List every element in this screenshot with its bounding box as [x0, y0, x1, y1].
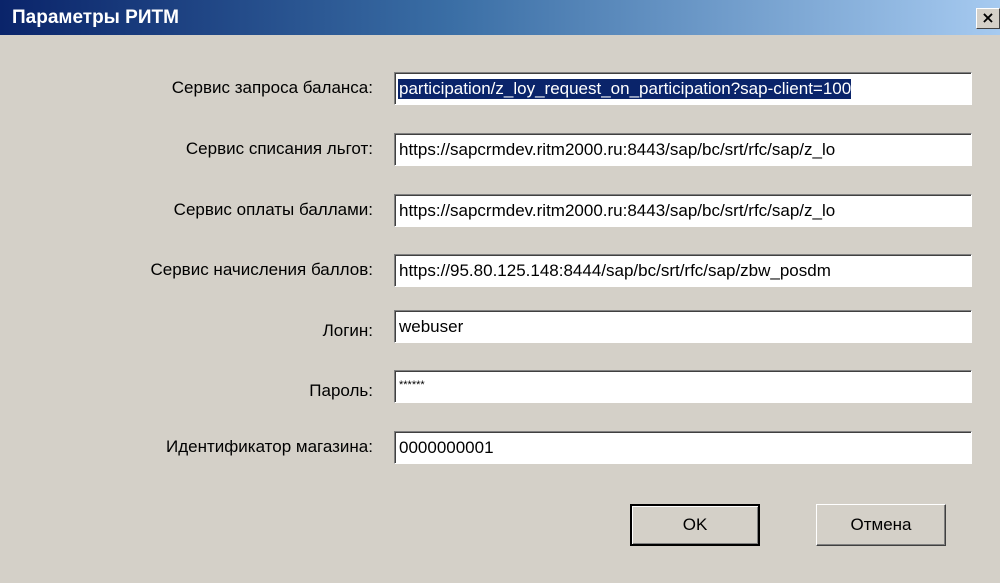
benefits-writeoff-service-label: Сервис списания льгот:	[185, 139, 373, 158]
benefits-writeoff-service-value: https://sapcrmdev.ritm2000.ru:8443/sap/b…	[399, 140, 836, 159]
points-payment-service-value: https://sapcrmdev.ritm2000.ru:8443/sap/b…	[399, 201, 836, 220]
cancel-button[interactable]: Отмена	[816, 504, 946, 546]
password-value: ******	[399, 379, 425, 391]
password-input[interactable]: ******	[394, 370, 972, 403]
store-id-input[interactable]: 0000000001	[394, 431, 972, 464]
window-title: Параметры РИТМ	[12, 7, 179, 28]
benefits-writeoff-service-input[interactable]: https://sapcrmdev.ritm2000.ru:8443/sap/b…	[394, 133, 972, 166]
dialog-body: Сервис запроса баланса: participation/z_…	[0, 35, 1000, 583]
close-button[interactable]: ×	[976, 8, 1000, 29]
ok-button-label: OK	[682, 515, 708, 534]
store-id-value: 0000000001	[399, 438, 494, 457]
close-icon: ×	[981, 8, 995, 27]
cancel-button-label: Отмена	[850, 515, 912, 534]
balance-service-input[interactable]: participation/z_loy_request_on_participa…	[394, 72, 972, 105]
points-accrual-service-value: https://95.80.125.148:8444/sap/bc/srt/rf…	[399, 261, 831, 280]
points-payment-service-label: Сервис оплаты баллами:	[173, 200, 373, 219]
password-label: Пароль:	[309, 381, 373, 400]
points-payment-service-input[interactable]: https://sapcrmdev.ritm2000.ru:8443/sap/b…	[394, 194, 972, 227]
login-value: webuser	[399, 317, 464, 336]
points-accrual-service-label: Сервис начисления баллов:	[150, 260, 374, 279]
title-bar[interactable]: Параметры РИТМ ×	[0, 0, 1000, 35]
points-accrual-service-input[interactable]: https://95.80.125.148:8444/sap/bc/srt/rf…	[394, 254, 972, 287]
balance-service-value: participation/z_loy_request_on_participa…	[398, 79, 852, 99]
rhythm-settings-dialog: Параметры РИТМ × Сервис запроса баланса:…	[0, 0, 1000, 583]
login-input[interactable]: webuser	[394, 310, 972, 343]
balance-service-label: Сервис запроса баланса:	[171, 78, 373, 97]
ok-button[interactable]: OK	[630, 504, 760, 546]
login-label: Логин:	[322, 321, 373, 340]
store-id-label: Идентификатор магазина:	[166, 437, 373, 456]
